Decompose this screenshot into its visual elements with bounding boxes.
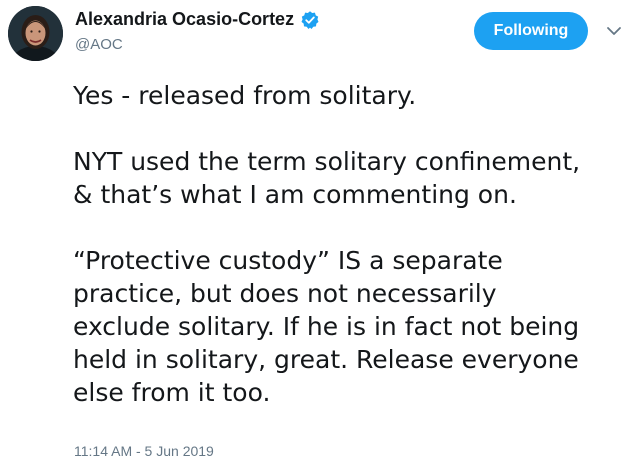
avatar[interactable] bbox=[8, 6, 63, 61]
tweet-paragraph: NYT used the term solitary confinement, … bbox=[73, 145, 623, 211]
author-handle[interactable]: @AOC bbox=[75, 36, 123, 53]
author-display-name[interactable]: Alexandria Ocasio-Cortez bbox=[75, 9, 294, 30]
tweet-paragraph: Yes - released from solitary. bbox=[73, 79, 623, 112]
tweet-line: & that’s what I am commenting on. bbox=[73, 180, 517, 209]
following-button[interactable]: Following bbox=[474, 12, 588, 50]
tweet-line: else from it too. bbox=[73, 378, 271, 407]
author-name-row: Alexandria Ocasio-Cortez bbox=[75, 9, 320, 30]
tweet-line: held in solitary, great. Release everyon… bbox=[73, 345, 579, 374]
verified-badge-icon bbox=[300, 10, 320, 30]
tweet-card: Alexandria Ocasio-Cortez @AOC Following … bbox=[0, 0, 634, 470]
tweet-line: NYT used the term solitary confinement, bbox=[73, 147, 581, 176]
tweet-text: Yes - released from solitary. NYT used t… bbox=[73, 79, 623, 409]
tweet-line: exclude solitary. If he is in fact not b… bbox=[73, 312, 580, 341]
tweet-line: practice, but does not necessarily bbox=[73, 279, 497, 308]
tweet-timestamp[interactable]: 11:14 AM - 5 Jun 2019 bbox=[74, 443, 214, 459]
chevron-down-icon[interactable] bbox=[605, 24, 623, 38]
tweet-line: “Protective custody” IS a separate bbox=[73, 246, 503, 275]
tweet-paragraph: “Protective custody” IS a separate pract… bbox=[73, 244, 623, 409]
tweet-line: Yes - released from solitary. bbox=[73, 81, 417, 110]
